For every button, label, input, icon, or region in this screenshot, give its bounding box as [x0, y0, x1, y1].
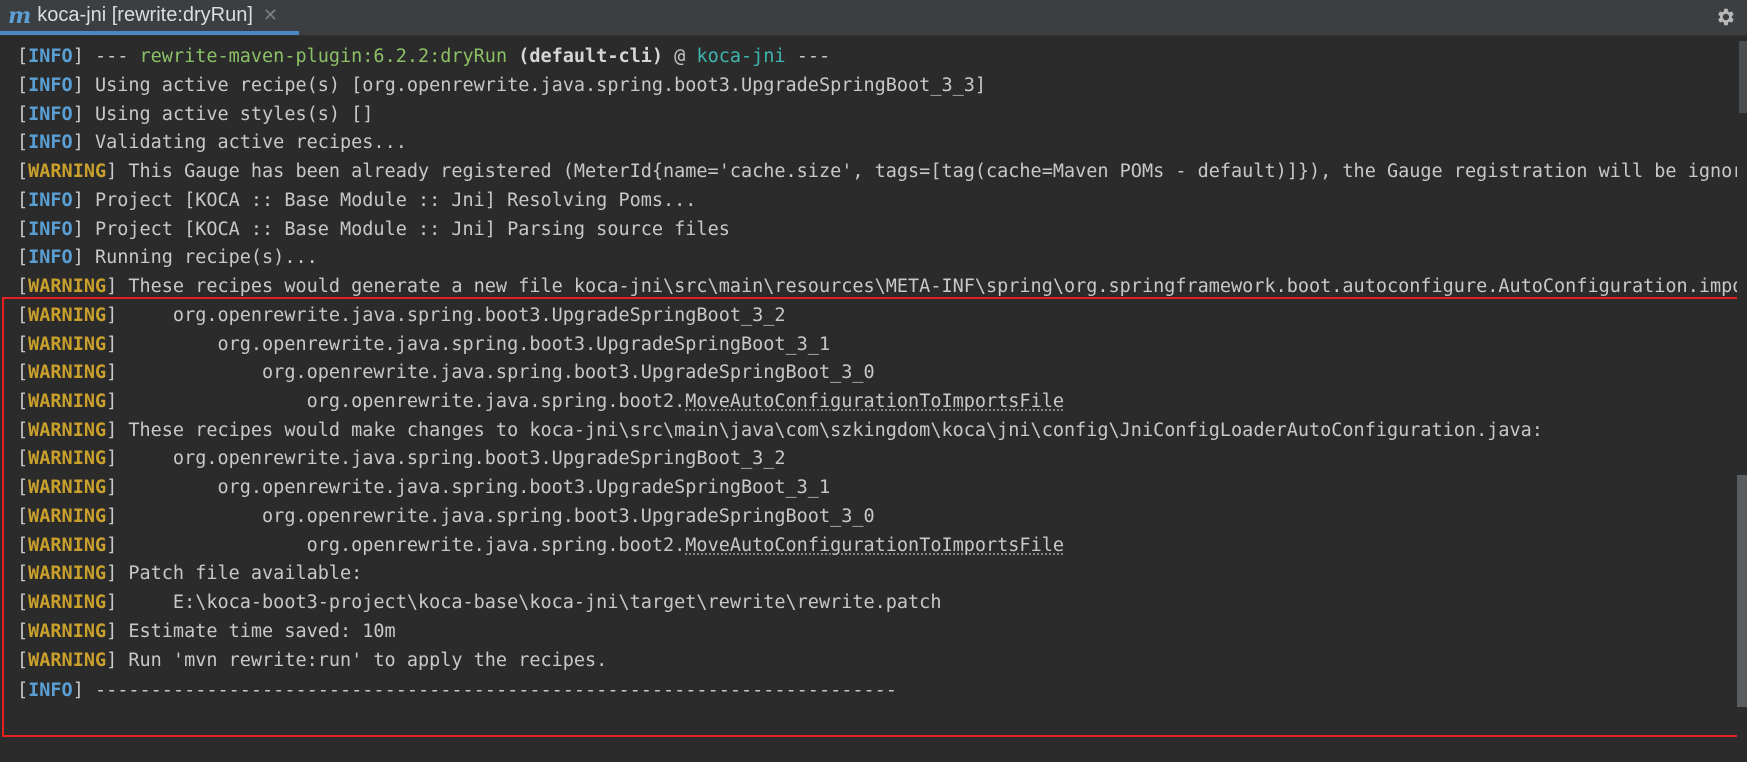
log-level-warning: WARNING [28, 161, 107, 182]
scrollbar-thumb[interactable] [1737, 475, 1747, 707]
console-line: [INFO] ---------------------------------… [17, 680, 897, 701]
console-line: [WARNING] Run 'mvn rewrite:run' to apply… [17, 650, 608, 671]
console-line: [INFO] Project [KOCA :: Base Module :: J… [17, 190, 697, 211]
console-line: [INFO] Using active recipe(s) [org.openr… [17, 75, 987, 96]
tab-koca-jni-dryrun[interactable]: m koca-jni [rewrite:dryRun] ✕ [0, 0, 299, 35]
console-line: [WARNING] org.openrewrite.java.spring.bo… [17, 391, 1064, 412]
console-line: [WARNING] org.openrewrite.java.spring.bo… [17, 362, 875, 383]
console-line: [WARNING] org.openrewrite.java.spring.bo… [17, 305, 786, 326]
plugin-goal: rewrite-maven-plugin:6.2.2:dryRun [139, 46, 508, 67]
console-line: [WARNING] This Gauge has been already re… [17, 161, 1737, 182]
log-level-info: INFO [28, 46, 73, 67]
console-line: [WARNING] org.openrewrite.java.spring.bo… [17, 448, 786, 469]
maven-icon: m [8, 2, 32, 29]
console-line: [INFO] Running recipe(s)... [17, 247, 318, 268]
console-line: [WARNING] Estimate time saved: 10m [17, 621, 396, 642]
console-line: [WARNING] org.openrewrite.java.spring.bo… [17, 477, 831, 498]
console-line: [WARNING] org.openrewrite.java.spring.bo… [17, 506, 875, 527]
gear-icon[interactable] [1711, 3, 1739, 31]
tool-window-tabbar: m koca-jni [rewrite:dryRun] ✕ [0, 0, 1747, 36]
scrollbar-marker [1739, 41, 1747, 113]
project-name: koca-jni [696, 46, 786, 67]
recipe-link[interactable]: MoveAutoConfigurationToImportsFile [685, 391, 1064, 412]
console-line: [WARNING] E:\koca-boot3-project\koca-bas… [17, 592, 942, 613]
close-icon[interactable]: ✕ [263, 5, 278, 26]
recipe-link[interactable]: MoveAutoConfigurationToImportsFile [685, 535, 1064, 556]
tab-label: koca-jni [rewrite:dryRun] [37, 4, 253, 26]
console-line: [INFO] Validating active recipes... [17, 132, 407, 153]
console-line: [INFO] --- rewrite-maven-plugin:6.2.2:dr… [17, 46, 831, 67]
console-line: [WARNING] These recipes would generate a… [17, 276, 1737, 297]
execution-id: (default-cli) [518, 46, 664, 67]
console-line: [WARNING] Patch file available: [17, 563, 363, 584]
console-output[interactable]: [INFO] --- rewrite-maven-plugin:6.2.2:dr… [0, 41, 1737, 762]
